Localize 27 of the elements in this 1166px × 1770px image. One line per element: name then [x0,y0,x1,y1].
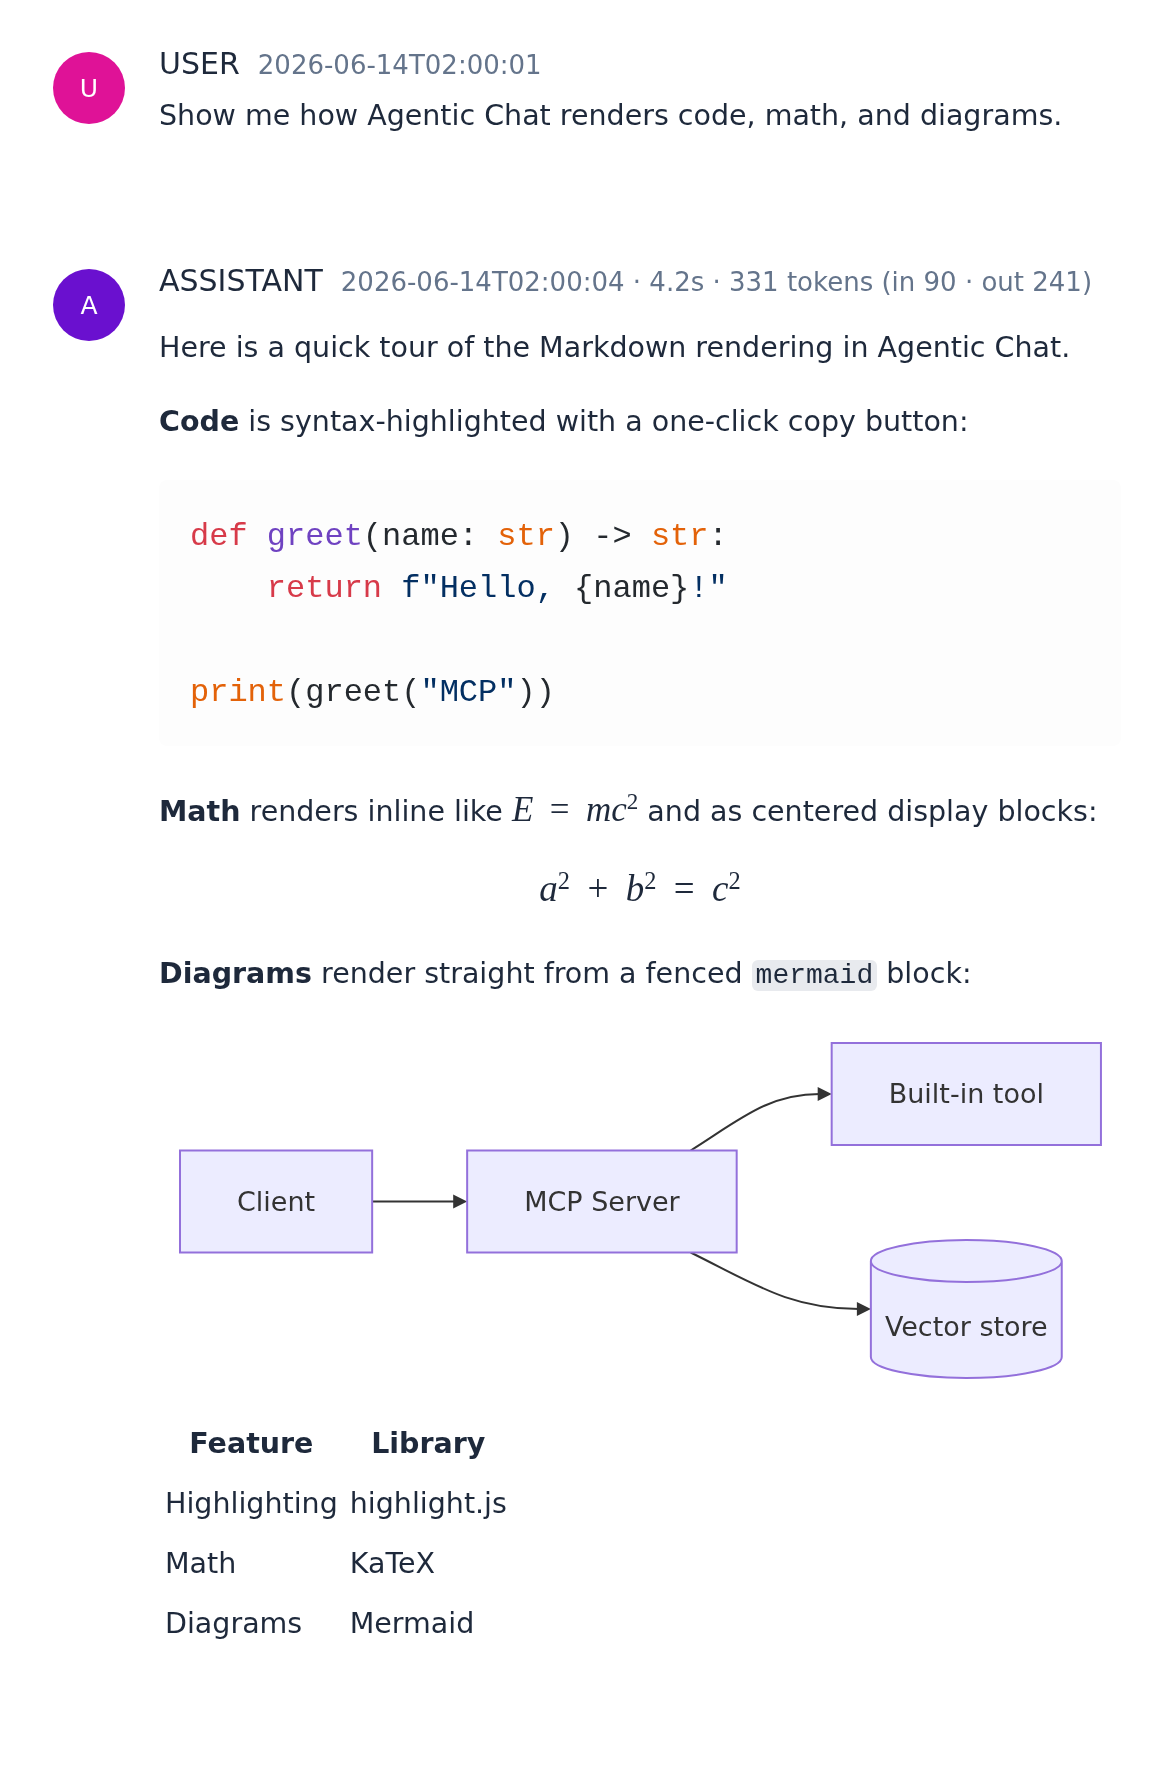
table-cell-text: KaTeX [348,1546,437,1582]
sender-name: ASSISTANT [159,263,323,299]
code-line: print(greet("MCP")) [190,673,555,713]
message-meta: 2026-06-14T02:00:04 · 4.2s · 331 tokens (in 90 · out 241) [340,266,1093,299]
table-cell-text: Diagrams [164,1606,304,1642]
code-line: def greet(name: str) -> str: [190,517,728,557]
paragraph-text: Math renders inline like E = mc$^{2}$ and as centered display blocks: [159,788,1098,831]
table-header-cell-text: Feature [188,1426,315,1462]
flowchart-node: Built-in tool [830,1042,1102,1146]
display-equation: a$^{2}$ + b$^{2}$ = c$^{2}$ [539,865,741,911]
paragraph-text: Here is a quick tour of the Markdown rendering in Agentic Chat. [159,330,1071,366]
avatar: U [53,52,125,124]
database-node: Vector store [869,1239,1063,1379]
table-cell-text: highlight.js [348,1486,508,1522]
paragraph-text: Show me how Agentic Chat renders code, math, and diagrams. [159,98,1063,134]
table-cell-text: Mermaid [348,1606,476,1642]
table-cell-text: Highlighting [164,1486,339,1522]
table-header-cell-text: Library [370,1426,487,1462]
avatar: A [53,269,125,341]
table-cell-text: Math [164,1546,238,1582]
sender-name: USER [159,46,240,82]
flowchart-node: MCP Server [465,1149,738,1254]
paragraph-text: Code is syntax-highlighted with a one-click copy button: [159,404,969,440]
code-line: return f"Hello, {name}!" [265,569,728,609]
message-meta: 2026-06-14T02:00:01 [257,49,542,82]
flowchart-node: Client [178,1149,373,1254]
paragraph-text: Diagrams render straight from a fenced mermaid block: [159,956,972,993]
